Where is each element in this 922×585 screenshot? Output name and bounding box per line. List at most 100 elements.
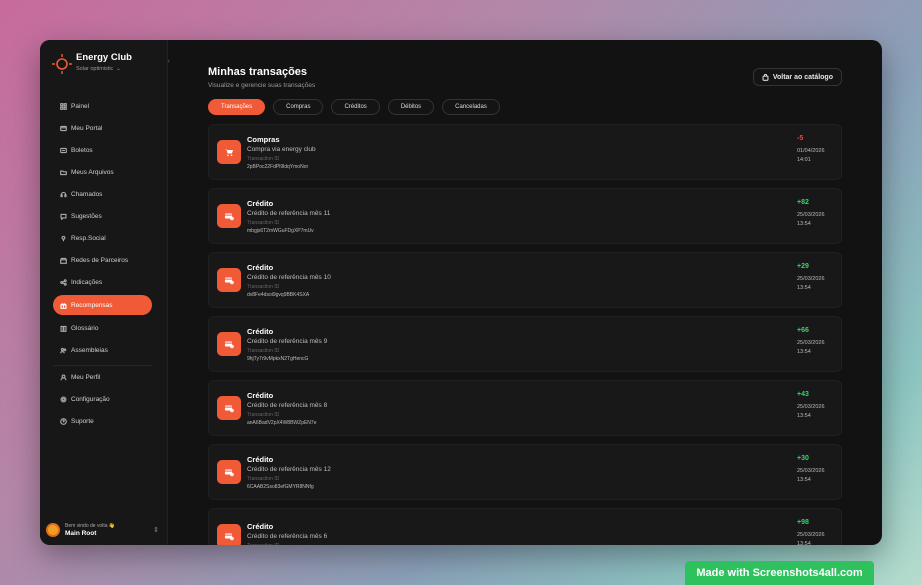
sidebar-item-label: Chamados [71, 190, 103, 198]
transaction-row[interactable]: Compras Compra via energy club Transaction… [208, 124, 842, 180]
chevron-down-icon[interactable]: ⌄ [116, 66, 121, 72]
sidebar-item-sugest-es[interactable]: Sugestões [53, 207, 152, 225]
help-icon [60, 417, 67, 425]
user-name: Main Root [65, 530, 97, 537]
sidebar-item-redes-de-parceiros[interactable]: Redes de Parceiros [53, 251, 152, 269]
main-nav: Painel Meu Portal Boletos Meus Arquivos Cham… [53, 97, 152, 374]
cart-icon [225, 149, 233, 157]
tab-debitos[interactable]: Débitos [387, 99, 435, 115]
sidebar-item-meu-perfil[interactable]: Meu Perfil [53, 368, 152, 386]
gift-icon [60, 302, 67, 309]
sidebar-item-painel[interactable]: Painel [53, 97, 152, 115]
sidebar-item-label: Meu Portal [71, 124, 103, 132]
transaction-description: Crédito de referência mês 6 [247, 532, 328, 540]
avatar [46, 523, 60, 537]
sidebar-item-meus-arquivos[interactable]: Meus Arquivos [53, 163, 152, 181]
sidebar-item-resp-social[interactable]: Resp.Social [53, 229, 152, 247]
filter-tabs: Transações Compras Créditos Débitos Cancelad… [208, 99, 842, 115]
transaction-title: Crédito [247, 326, 274, 336]
sidebar-item-chamados[interactable]: Chamados [53, 185, 152, 203]
sidebar-item-assembleias[interactable]: Assembleias [53, 341, 152, 359]
transaction-description: Crédito de referência mês 8 [247, 401, 328, 409]
transaction-description: Crédito de referência mês 9 [247, 337, 328, 345]
portal-icon [60, 125, 67, 131]
grid-icon [60, 102, 67, 110]
tab-transacoes[interactable]: Transações [208, 99, 266, 115]
sidebar-item-suporte[interactable]: Suporte [53, 412, 152, 430]
transaction-id-label: Transaction ID [247, 155, 280, 162]
page-subtitle: Visualize e gerencie suas transações [208, 82, 316, 89]
transaction-description: Crédito de referência mês 12 [247, 465, 331, 473]
transaction-id-label: Transaction ID [247, 283, 280, 290]
transaction-amount: +30 [797, 455, 809, 462]
credit-icon [225, 405, 234, 413]
secondary-nav: Meu Perfil Configuração Suporte [53, 368, 152, 434]
sidebar-item-label: Painel [71, 102, 90, 110]
sidebar-item-label: Resp.Social [71, 234, 106, 242]
transaction-description: Crédito de referência mês 10 [247, 273, 331, 281]
tab-canceladas[interactable]: Canceladas [442, 99, 500, 115]
pin-icon [61, 235, 66, 241]
chevron-updown-icon[interactable]: ⇕ [153, 526, 159, 534]
sidebar-item-label: Indicações [71, 278, 103, 286]
sidebar-item-label: Meu Perfil [71, 373, 101, 381]
brand[interactable]: Energy Club Solar optimistic ⌄ [40, 40, 167, 74]
tab-creditos[interactable]: Créditos [331, 99, 380, 115]
transaction-id: 9hjTy7r9vMpkxN2TgHencG [247, 355, 309, 362]
sidebar-item-label: Recompensas [71, 301, 113, 309]
sidebar-item-boletos[interactable]: Boletos [53, 141, 152, 159]
transaction-type-icon [217, 396, 241, 420]
credit-icon [225, 213, 234, 221]
sidebar-item-indica-es[interactable]: Indicações [53, 273, 152, 291]
users-icon [60, 347, 67, 353]
transaction-row[interactable]: Crédito Crédito de referência mês 11 Trans… [208, 188, 842, 244]
transaction-type-icon [217, 460, 241, 484]
user-welcome: Bem vindo de volta 👋 [65, 523, 116, 529]
transaction-title: Crédito [247, 262, 274, 272]
transaction-time: 13:54 [797, 285, 811, 291]
transaction-row[interactable]: Crédito Crédito de referência mês 12 Trans… [208, 444, 842, 500]
sidebar-item-recompensas[interactable]: Recompensas [53, 295, 152, 315]
transaction-date: 25/03/2026 [797, 212, 825, 218]
tab-compras[interactable]: Compras [273, 99, 324, 115]
book-icon [60, 325, 67, 332]
transaction-date: 25/03/2026 [797, 340, 825, 346]
transaction-description: Compra via energy club [247, 145, 316, 153]
transaction-id: dv8Fe4dsoi9gvq9BBK4SXA [247, 291, 310, 298]
transaction-amount: -5 [797, 135, 804, 142]
transaction-time: 13:54 [797, 477, 811, 483]
sidebar-item-label: Configuração [71, 395, 110, 403]
transaction-time: 13:54 [797, 221, 811, 227]
bill-icon [60, 147, 67, 153]
transaction-amount: +82 [797, 199, 809, 206]
app-window: Energy Club Solar optimistic ⌄ ‹ Painel M… [40, 40, 882, 545]
brand-title: Energy Club [76, 52, 132, 63]
watermark-badge: Made with Screenshots4all.com [685, 561, 874, 585]
transaction-date: 25/03/2026 [797, 468, 825, 474]
sidebar-item-meu-portal[interactable]: Meu Portal [53, 119, 152, 137]
transaction-amount: +29 [797, 263, 809, 270]
back-button-label: Voltar ao catálogo [772, 73, 833, 81]
transaction-type-icon [217, 524, 241, 545]
transaction-list: Compras Compra via energy club Transaction… [208, 124, 842, 545]
sidebar-item-label: Assembleias [71, 346, 108, 354]
page-title: Minhas transações [208, 66, 308, 78]
credit-icon [225, 277, 234, 285]
credit-icon [225, 341, 234, 349]
back-to-catalog-button[interactable]: Voltar ao catálogo [752, 68, 842, 86]
transaction-row[interactable]: CréditoCrédito de referência mês 6 Transa… [208, 508, 842, 545]
sidebar-item-label: Meus Arquivos [71, 168, 114, 176]
transaction-id-label: Transaction ID [247, 347, 280, 354]
transaction-row[interactable]: Crédito Crédito de referência mês 9 Transa… [208, 316, 842, 372]
sidebar-item-label: Redes de Parceiros [71, 256, 129, 264]
sidebar-item-configura-o[interactable]: Configuração [53, 390, 152, 408]
transaction-amount: +43 [797, 391, 809, 398]
transaction-row[interactable]: Crédito Crédito de referência mês 8 Transa… [208, 380, 842, 436]
transaction-date: 01/04/2026 [797, 148, 825, 154]
headset-icon [60, 191, 67, 197]
sidebar-item-gloss-rio[interactable]: Glossário [53, 319, 152, 337]
transaction-row[interactable]: Crédito Crédito de referência mês 10 Trans… [208, 252, 842, 308]
transaction-title: Crédito [247, 390, 274, 400]
user-menu[interactable]: Bem vindo de volta 👋 Main Root ⇕ [46, 523, 159, 537]
transaction-id-label: Transaction ID [247, 543, 327, 546]
